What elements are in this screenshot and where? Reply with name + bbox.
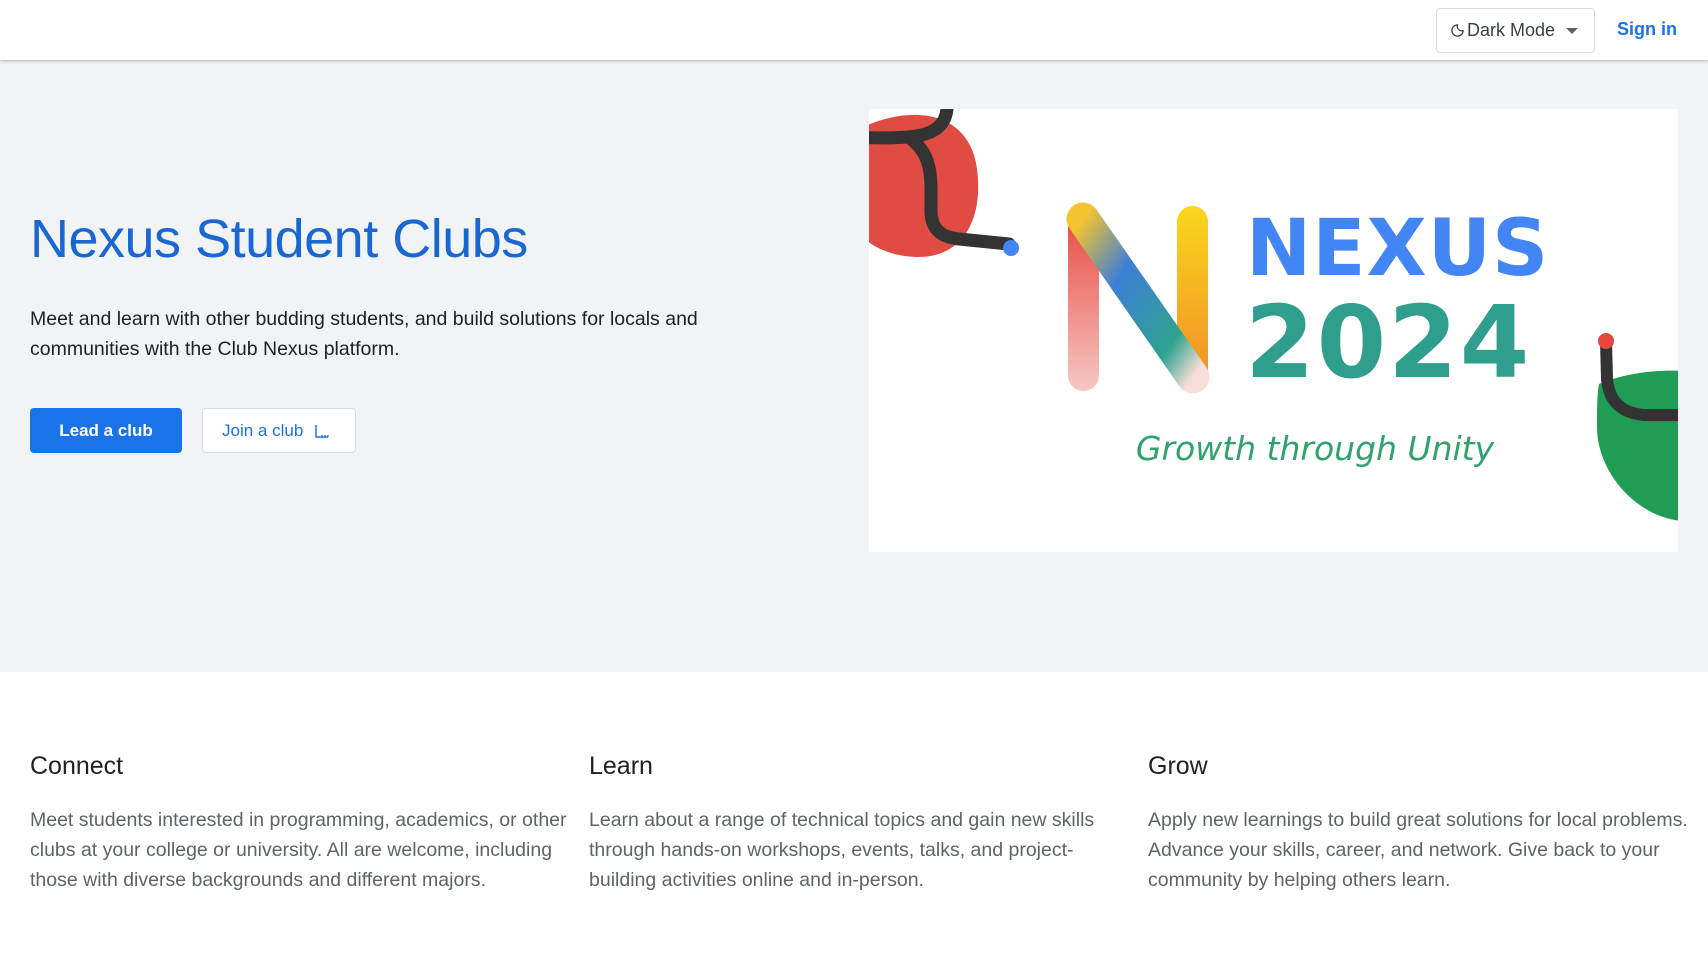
banner-year-text: 2024: [1245, 284, 1532, 401]
feature-title: Grow: [1148, 752, 1208, 780]
sign-in-link[interactable]: Sign in: [1617, 19, 1677, 40]
hero-section: Nexus Student Clubs Meet and learn with …: [0, 60, 1708, 672]
feature-text: Apply new learnings to build great solut…: [1148, 809, 1688, 891]
lead-club-button[interactable]: Lead a club: [30, 408, 182, 453]
moon-icon: [1451, 24, 1464, 37]
feature-connect: Connect Meet students interested in prog…: [30, 752, 575, 895]
feature-title: Learn: [589, 752, 653, 780]
chevron-down-icon: [1566, 27, 1579, 34]
feature-grow: Grow Apply new learnings to build great …: [1148, 752, 1693, 895]
theme-toggle-dropdown[interactable]: Dark Mode: [1436, 8, 1595, 53]
lead-club-label: Lead a club: [59, 420, 153, 440]
event-banner: NEXUS 2024 Growth through Unity: [869, 109, 1678, 552]
hero-description: Meet and learn with other budding studen…: [30, 308, 698, 360]
banner-nexus-text: NEXUS: [1246, 204, 1550, 294]
top-app-bar: Dark Mode Sign in: [0, 0, 1708, 60]
feature-text: Meet students interested in programming,…: [30, 809, 567, 891]
feature-title: Connect: [30, 752, 124, 780]
feature-text: Learn about a range of technical topics …: [589, 809, 1095, 891]
theme-toggle-label: Dark Mode: [1467, 20, 1556, 40]
page-title: Nexus Student Clubs: [30, 209, 528, 269]
join-club-button[interactable]: Join a club: [202, 408, 356, 453]
features-section: Connect Meet students interested in prog…: [0, 672, 1708, 960]
banner-tagline: Growth through Unity: [1135, 429, 1495, 468]
feature-learn: Learn Learn about a range of technical t…: [589, 752, 1134, 895]
join-club-label: Join a club: [222, 420, 304, 440]
external-link-icon: [315, 424, 330, 438]
